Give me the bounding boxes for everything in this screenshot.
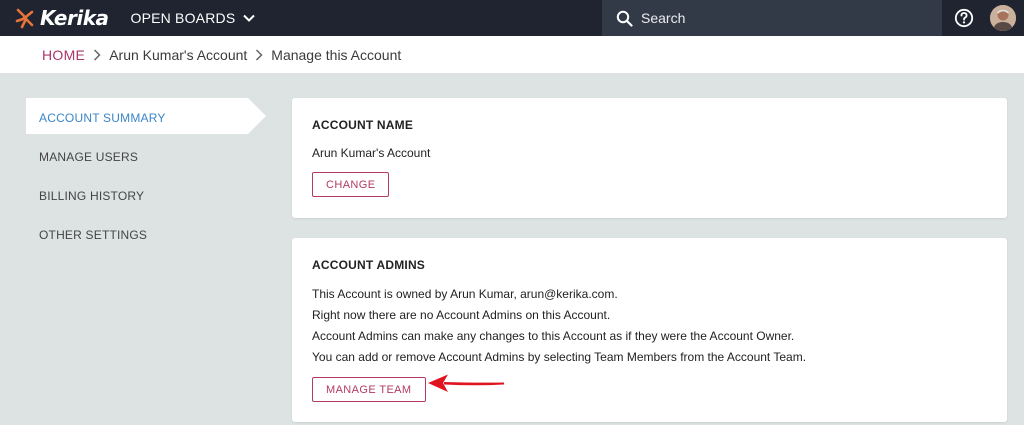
help-icon[interactable] bbox=[954, 8, 974, 28]
sidebar-item-label: BILLING HISTORY bbox=[39, 188, 145, 203]
kerika-logo[interactable]: Kerika bbox=[14, 0, 109, 36]
breadcrumb-account[interactable]: Arun Kumar's Account bbox=[109, 47, 247, 63]
open-boards-label: OPEN BOARDS bbox=[130, 10, 236, 26]
sidebar-item-manage-users[interactable]: MANAGE USERS bbox=[26, 137, 270, 176]
avatar-icon bbox=[990, 5, 1016, 31]
brand-name: Kerika bbox=[40, 6, 109, 30]
chevron-down-icon bbox=[243, 14, 256, 22]
account-name-card: ACCOUNT NAME Arun Kumar's Account CHANGE bbox=[292, 98, 1007, 218]
manage-team-button[interactable]: MANAGE TEAM bbox=[312, 377, 426, 402]
chevron-right-icon bbox=[255, 48, 263, 61]
account-admins-heading: ACCOUNT ADMINS bbox=[312, 258, 426, 272]
search-icon bbox=[616, 10, 633, 27]
kerika-logo-icon bbox=[15, 8, 34, 29]
search-input[interactable] bbox=[641, 10, 921, 26]
admins-permissions-text: Account Admins can make any changes to t… bbox=[312, 329, 795, 343]
owner-text: This Account is owned by Arun Kumar, aru… bbox=[312, 287, 618, 301]
sidebar-item-account-summary[interactable]: ACCOUNT SUMMARY bbox=[26, 98, 270, 137]
search-bar[interactable] bbox=[602, 0, 942, 36]
breadcrumb-current: Manage this Account bbox=[271, 46, 402, 63]
sidebar: ACCOUNT SUMMARY MANAGE USERS BILLING HIS… bbox=[26, 98, 270, 254]
change-button[interactable]: CHANGE bbox=[312, 172, 390, 197]
chevron-right-icon bbox=[93, 48, 101, 61]
no-admins-text: Right now there are no Account Admins on… bbox=[312, 308, 611, 322]
annotation-arrow-icon bbox=[428, 374, 504, 392]
account-name-heading: ACCOUNT NAME bbox=[312, 118, 414, 132]
sidebar-item-label: ACCOUNT SUMMARY bbox=[39, 110, 166, 125]
sidebar-item-billing-history[interactable]: BILLING HISTORY bbox=[26, 176, 270, 215]
add-remove-admins-text: You can add or remove Account Admins by … bbox=[312, 350, 807, 364]
breadcrumb-home[interactable]: HOME bbox=[42, 47, 85, 63]
sidebar-item-label: OTHER SETTINGS bbox=[39, 227, 148, 242]
top-bar: Kerika OPEN BOARDS bbox=[0, 0, 1024, 36]
breadcrumb: HOME Arun Kumar's Account Manage this Ac… bbox=[0, 36, 1024, 73]
sidebar-item-other-settings[interactable]: OTHER SETTINGS bbox=[26, 215, 270, 254]
account-admins-card: ACCOUNT ADMINS This Account is owned by … bbox=[292, 238, 1007, 422]
open-boards-menu[interactable]: OPEN BOARDS bbox=[130, 10, 256, 26]
sidebar-item-label: MANAGE USERS bbox=[39, 149, 139, 164]
account-name-value: Arun Kumar's Account bbox=[312, 146, 431, 160]
user-avatar[interactable] bbox=[990, 5, 1016, 31]
account-admins-description: This Account is owned by Arun Kumar, aru… bbox=[312, 284, 987, 368]
